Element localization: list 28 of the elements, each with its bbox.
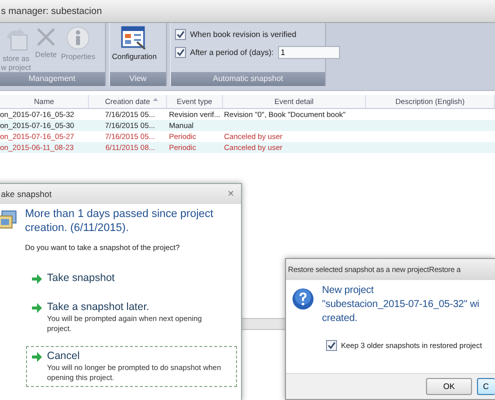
checkbox[interactable] xyxy=(175,47,186,58)
group-label: Management xyxy=(0,72,105,86)
checkbox[interactable] xyxy=(175,29,186,40)
checkbox-label: After a period of (days): xyxy=(190,48,274,57)
dialog-button[interactable]: C xyxy=(477,378,495,395)
group-label: View xyxy=(110,72,166,86)
info-icon xyxy=(66,26,90,50)
dialog-heading: More than 1 days passed since project creation. (6/11/2015). xyxy=(25,207,214,235)
delete-icon xyxy=(35,26,58,48)
question-icon xyxy=(292,288,314,310)
checkbox[interactable] xyxy=(326,340,337,351)
close-button[interactable]: × xyxy=(224,188,238,200)
snapshot-icon xyxy=(0,210,17,230)
checkbox-label: When book revision is verified xyxy=(190,30,296,39)
dialog-message: New project "subestacion_2015-07-16_05-32" wi created. xyxy=(322,284,480,326)
window-title: s manager: subestacion xyxy=(0,6,102,16)
arrow-icon xyxy=(32,352,42,362)
command-link[interactable]: Take snapshot xyxy=(26,268,237,289)
scroll-bar[interactable] xyxy=(241,318,285,330)
configuration-icon xyxy=(121,26,148,50)
group-label: Automatic snapshot xyxy=(171,72,325,86)
dialog-button[interactable]: OK xyxy=(426,378,472,395)
dialog-title: ake snapshot xyxy=(1,189,52,199)
days-field[interactable]: 1 xyxy=(278,46,340,59)
check-icon xyxy=(327,341,336,350)
arrow-icon xyxy=(32,303,42,313)
sort-icon xyxy=(153,98,158,101)
arrow-icon xyxy=(32,274,42,284)
